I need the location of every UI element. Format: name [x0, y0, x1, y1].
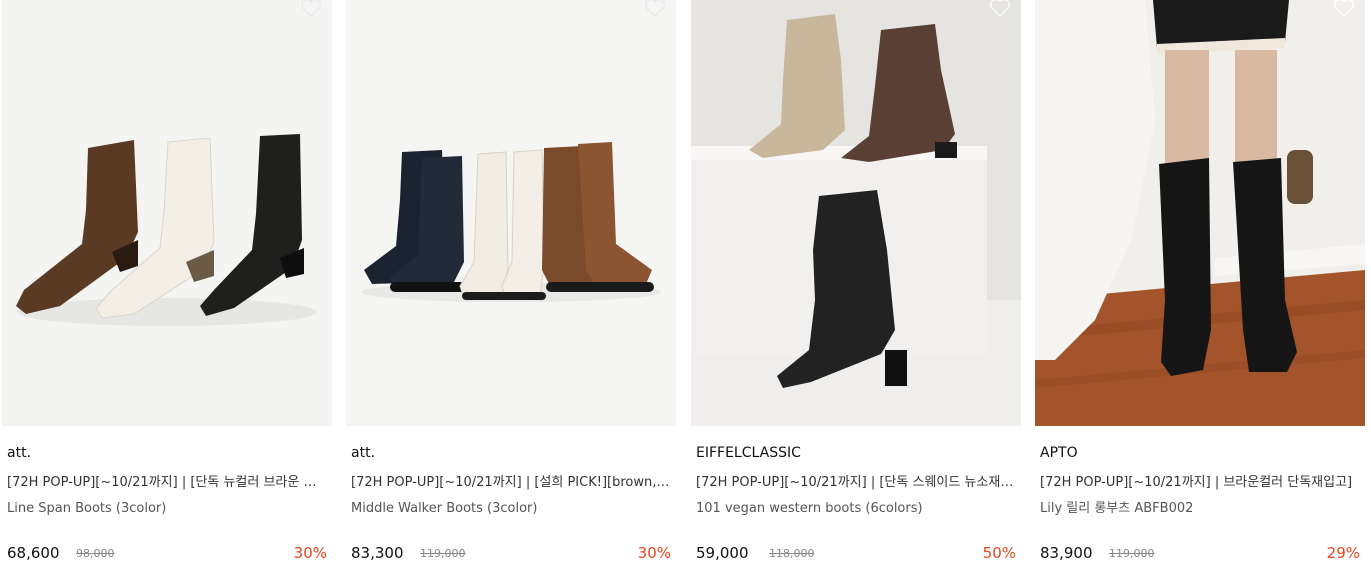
product-info: EIFFELCLASSIC [72H POP-UP][~10/21까지] | [… [691, 444, 1021, 518]
sale-price: 59,000 [696, 544, 749, 562]
product-name[interactable]: 101 vegan western boots (6colors) [696, 500, 1016, 518]
promo-text[interactable]: [72H POP-UP][~10/21까지] | 브라운컬러 단독재입고] [1040, 474, 1360, 492]
brand-name[interactable]: APTO [1040, 444, 1360, 462]
brand-name[interactable]: att. [7, 444, 327, 462]
price-row: 59,000 118,000 50% [696, 541, 1016, 563]
product-card[interactable]: EIFFELCLASSIC [72H POP-UP][~10/21까지] | [… [691, 0, 1021, 570]
discount-rate: 30% [293, 544, 327, 562]
price-row: 83,900 119,000 29% [1040, 541, 1360, 563]
product-image[interactable] [1035, 0, 1365, 426]
product-name[interactable]: Line Span Boots (3color) [7, 500, 327, 518]
sale-price: 83,300 [351, 544, 404, 562]
product-info: APTO [72H POP-UP][~10/21까지] | 브라운컬러 단독재입… [1035, 444, 1365, 518]
product-info: att. [72H POP-UP][~10/21까지] | [설희 PICK!]… [346, 444, 676, 518]
wishlist-heart-icon[interactable] [1333, 0, 1355, 18]
promo-text[interactable]: [72H POP-UP][~10/21까지] | [단독 뉴컬러 브라운 출시] [7, 474, 327, 492]
original-price: 119,000 [420, 547, 466, 560]
product-name[interactable]: Lily 릴리 롱부츠 ABFB002 [1040, 500, 1360, 518]
original-price: 119,000 [1109, 547, 1155, 560]
original-price: 98,000 [76, 547, 115, 560]
sale-price: 68,600 [7, 544, 60, 562]
wishlist-heart-icon[interactable] [989, 0, 1011, 18]
wishlist-heart-icon[interactable] [644, 0, 666, 18]
product-image[interactable] [691, 0, 1021, 426]
product-image[interactable] [2, 0, 332, 426]
wishlist-heart-icon[interactable] [300, 0, 322, 18]
sale-price: 83,900 [1040, 544, 1093, 562]
discount-rate: 29% [1326, 544, 1360, 562]
promo-text[interactable]: [72H POP-UP][~10/21까지] | [설희 PICK!][brow… [351, 474, 671, 492]
promo-text[interactable]: [72H POP-UP][~10/21까지] | [단독 스웨이드 뉴소재 출시… [696, 474, 1016, 492]
price-row: 83,300 119,000 30% [351, 541, 671, 563]
original-price: 118,000 [769, 547, 815, 560]
product-card[interactable]: att. [72H POP-UP][~10/21까지] | [설희 PICK!]… [346, 0, 676, 570]
brand-name[interactable]: EIFFELCLASSIC [696, 444, 1016, 462]
product-name[interactable]: Middle Walker Boots (3color) [351, 500, 671, 518]
product-info: att. [72H POP-UP][~10/21까지] | [단독 뉴컬러 브라… [2, 444, 332, 518]
discount-rate: 50% [982, 544, 1016, 562]
product-grid: att. [72H POP-UP][~10/21까지] | [단독 뉴컬러 브라… [0, 0, 1371, 570]
brand-name[interactable]: att. [351, 444, 671, 462]
product-card[interactable]: APTO [72H POP-UP][~10/21까지] | 브라운컬러 단독재입… [1035, 0, 1365, 570]
product-image[interactable] [346, 0, 676, 426]
price-row: 68,600 98,000 30% [7, 541, 327, 563]
product-card[interactable]: att. [72H POP-UP][~10/21까지] | [단독 뉴컬러 브라… [2, 0, 332, 570]
discount-rate: 30% [637, 544, 671, 562]
